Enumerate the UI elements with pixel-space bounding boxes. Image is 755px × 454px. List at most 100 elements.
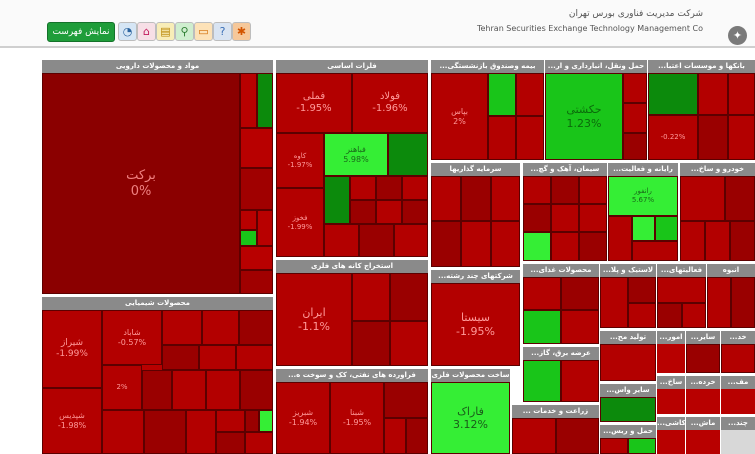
stock-tile[interactable]: -0.22% bbox=[648, 115, 698, 160]
stock-tile[interactable] bbox=[257, 73, 273, 128]
sector-other-mining[interactable]: ...سایر واس bbox=[600, 384, 656, 422]
stock-tile[interactable] bbox=[561, 310, 599, 344]
stock-tile[interactable] bbox=[680, 221, 705, 261]
stock-tile[interactable] bbox=[516, 73, 544, 116]
stock-tile[interactable] bbox=[512, 418, 556, 454]
sector-metal-products[interactable]: ساخت محصولات فلزی فاراک 3.12% bbox=[431, 369, 510, 454]
stock-tile[interactable] bbox=[657, 303, 682, 328]
stock-tile[interactable] bbox=[551, 232, 579, 261]
stock-tile[interactable] bbox=[556, 418, 599, 454]
stock-tile[interactable] bbox=[730, 221, 755, 261]
stock-tile[interactable] bbox=[406, 418, 428, 454]
stock-tile[interactable] bbox=[728, 73, 755, 115]
stock-tile[interactable] bbox=[376, 176, 402, 200]
sector-equipment[interactable]: ...تولید مح bbox=[600, 331, 656, 381]
stock-tile[interactable] bbox=[240, 230, 257, 246]
stock-tile[interactable] bbox=[239, 310, 273, 345]
stock-tile[interactable] bbox=[199, 345, 236, 370]
stock-tile[interactable] bbox=[390, 273, 428, 321]
sector-small[interactable]: ...ساخ bbox=[657, 376, 685, 414]
stock-tile[interactable]: 2% bbox=[102, 365, 142, 410]
home-icon[interactable]: ⌂ bbox=[137, 22, 156, 41]
stock-tile[interactable] bbox=[600, 397, 656, 422]
stock-tile[interactable] bbox=[216, 432, 245, 454]
stock-tile[interactable] bbox=[350, 176, 376, 200]
stock-tile[interactable]: فخوز -1.99% bbox=[276, 188, 324, 257]
stock-tile[interactable] bbox=[102, 410, 144, 454]
search-icon[interactable]: ⚲ bbox=[175, 22, 194, 41]
sector-small[interactable]: ...سایر bbox=[686, 331, 720, 373]
tsetmc-logo-icon[interactable]: ✦ bbox=[728, 26, 747, 45]
sector-transport[interactable]: ...حمل ونقل، انبارداری و ار حکشتی 1.23% bbox=[545, 60, 647, 160]
sector-small[interactable]: ...امور bbox=[657, 331, 685, 373]
stock-tile[interactable] bbox=[523, 360, 561, 402]
stock-tile[interactable] bbox=[628, 303, 656, 328]
stock-tile[interactable] bbox=[461, 176, 491, 221]
stock-tile[interactable]: رانفور 5.67% bbox=[608, 176, 678, 216]
stock-tile[interactable] bbox=[186, 410, 216, 454]
sector-agri[interactable]: ... زراعت و خدمات bbox=[512, 405, 599, 454]
sector-petroleum[interactable]: ...فراورده های نفتی، کک و سوخت ه شبریز -… bbox=[276, 369, 428, 454]
sector-small[interactable]: ...خد bbox=[721, 331, 755, 373]
stock-tile[interactable] bbox=[628, 277, 656, 303]
stock-tile[interactable] bbox=[632, 216, 655, 241]
settings-icon[interactable]: ✱ bbox=[232, 22, 251, 41]
stock-tile[interactable] bbox=[384, 418, 406, 454]
stock-tile[interactable] bbox=[655, 216, 678, 241]
stock-tile[interactable]: فملی -1.95% bbox=[276, 73, 352, 133]
stock-tile[interactable] bbox=[359, 224, 394, 257]
stock-tile[interactable] bbox=[725, 176, 755, 221]
stock-tile[interactable] bbox=[216, 410, 245, 432]
sector-small[interactable]: ...چند bbox=[721, 417, 755, 454]
stock-tile[interactable] bbox=[516, 116, 544, 160]
stock-tile[interactable] bbox=[698, 115, 728, 160]
stock-tile[interactable]: فباهنر 5.98% bbox=[324, 133, 388, 176]
stock-tile[interactable] bbox=[491, 176, 520, 221]
stock-tile[interactable] bbox=[705, 221, 730, 261]
stock-tile[interactable] bbox=[707, 277, 731, 328]
sector-auto[interactable]: ...خودرو و ساخ bbox=[680, 163, 755, 261]
stock-tile[interactable] bbox=[390, 321, 428, 366]
stock-tile[interactable] bbox=[731, 277, 755, 328]
stock-tile[interactable] bbox=[202, 310, 239, 345]
sector-metals[interactable]: فلزات اساسی فملی -1.95% فولاد -1.96% کاو… bbox=[276, 60, 428, 257]
stock-tile[interactable] bbox=[488, 73, 516, 116]
stock-tile[interactable] bbox=[523, 277, 561, 310]
stock-tile[interactable] bbox=[388, 133, 428, 176]
stock-tile[interactable] bbox=[240, 270, 273, 294]
sector-general[interactable]: ...فعالیتهای bbox=[657, 264, 706, 328]
stock-tile[interactable] bbox=[721, 344, 755, 373]
stock-tile[interactable] bbox=[579, 176, 607, 204]
stock-tile[interactable] bbox=[324, 176, 350, 224]
stock-tile[interactable] bbox=[579, 204, 607, 232]
stock-tile[interactable] bbox=[350, 200, 376, 224]
stock-tile[interactable] bbox=[523, 310, 561, 344]
stock-tile[interactable] bbox=[523, 232, 551, 261]
stock-tile[interactable] bbox=[551, 176, 579, 204]
stock-tile[interactable] bbox=[352, 321, 390, 366]
show-list-button[interactable]: نمایش فهرست bbox=[47, 22, 115, 42]
sector-small[interactable]: ...خرده bbox=[686, 376, 720, 414]
stock-tile[interactable]: حکشتی 1.23% bbox=[545, 73, 623, 160]
sector-computer[interactable]: ...رایانه و فعالیت رانفور 5.67% bbox=[608, 163, 678, 261]
stock-tile[interactable] bbox=[240, 246, 273, 270]
stock-tile[interactable]: ایران -1.1% bbox=[276, 273, 352, 366]
stock-tile[interactable] bbox=[623, 103, 647, 133]
stock-tile[interactable] bbox=[551, 204, 579, 232]
stock-tile[interactable] bbox=[461, 221, 491, 267]
stock-tile[interactable] bbox=[144, 410, 186, 454]
sector-mass-building[interactable]: انبوه bbox=[707, 264, 755, 328]
stock-tile[interactable] bbox=[623, 73, 647, 103]
stock-tile[interactable] bbox=[162, 310, 202, 345]
clock-icon[interactable]: ◔ bbox=[118, 22, 137, 41]
stock-tile[interactable] bbox=[240, 128, 273, 168]
help-icon[interactable]: ? bbox=[213, 22, 232, 41]
stock-tile[interactable] bbox=[394, 224, 428, 257]
stock-tile[interactable]: فاراک 3.12% bbox=[431, 382, 510, 454]
stock-tile[interactable] bbox=[240, 168, 273, 210]
stock-tile[interactable] bbox=[384, 382, 428, 418]
stock-tile[interactable]: بپاس 2% bbox=[431, 73, 488, 160]
stock-tile[interactable] bbox=[402, 200, 428, 224]
list-icon[interactable]: ▤ bbox=[156, 22, 175, 41]
sector-multi[interactable]: ...شرکتهای چند رشته سیستا -1.95% bbox=[431, 270, 520, 366]
